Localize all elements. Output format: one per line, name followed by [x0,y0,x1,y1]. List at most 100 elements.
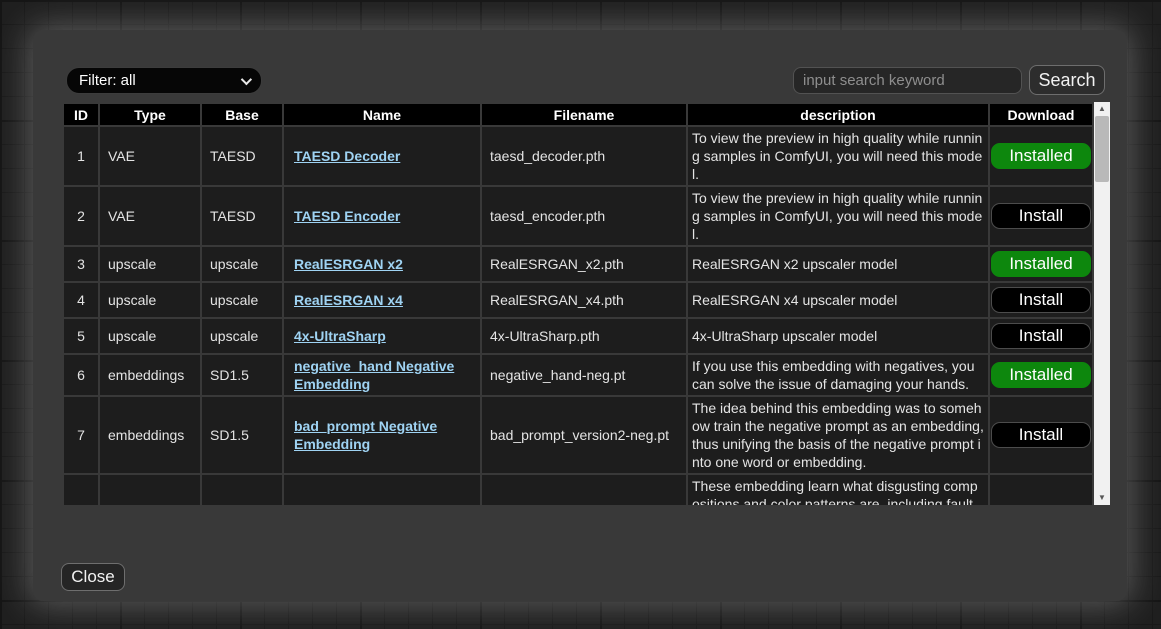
table-scrollbar[interactable]: ▲ ▼ [1094,102,1110,505]
table-body: 1VAETAESDTAESD Decodertaesd_decoder.pthT… [64,127,1092,505]
cell-description: The idea behind this embedding was to so… [688,397,988,473]
column-header-id: ID [64,104,98,125]
cell-filename: 4x-UltraSharp.pth [482,319,686,353]
cell-type: upscale [100,247,200,281]
cell-name: TAESD Decoder [284,127,480,185]
column-header-filename: Filename [482,104,686,125]
cell-base: upscale [202,283,282,317]
cell-base: upscale [202,319,282,353]
cell-base [202,475,282,505]
cell-download [990,475,1092,505]
scrollbar-thumb[interactable] [1095,116,1109,182]
cell-type [100,475,200,505]
cell-type: embeddings [100,355,200,395]
search-input[interactable] [793,67,1022,94]
cell-base: SD1.5 [202,397,282,473]
table-row: 5upscaleupscale4x-UltraSharp4x-UltraShar… [64,319,1092,353]
cell-base: SD1.5 [202,355,282,395]
model-name-link[interactable]: bad_prompt Negative Embedding [294,418,437,452]
cell-id: 5 [64,319,98,353]
cell-download: Installed [990,247,1092,281]
table-row: 1VAETAESD TAESD Decoder taesd_decoder.pthT… [64,127,1092,185]
cell-base: TAESD [202,127,282,185]
search-button[interactable]: Search [1029,65,1105,95]
install-button[interactable]: Install [991,203,1091,229]
installed-button: Installed [991,362,1091,388]
installed-button: Installed [991,143,1091,169]
table-row: 7embeddingsSD1.5 bad_prompt Negative Embe… [64,397,1092,473]
cell-name [284,475,480,505]
cell-filename: RealESRGAN_x4.pth [482,283,686,317]
cell-description: To view the preview in high quality whil… [688,127,988,185]
table-row: 3upscaleupscaleRealESRGAN x2RealESRGAN_x… [64,247,1092,281]
cell-description: RealESRGAN x2 upscaler model [688,247,988,281]
cell-name: bad_prompt Negative Embedding [284,397,480,473]
cell-name: negative_hand Negative Embedding [284,355,480,395]
models-table-container: IDTypeBaseNameFilenamedescriptionDownloa… [62,102,1110,505]
column-header-type: Type [100,104,200,125]
cell-name: RealESRGAN x2 [284,247,480,281]
model-name-link[interactable]: 4x-UltraSharp [294,328,386,344]
cell-type: VAE [100,187,200,245]
model-name-link[interactable]: TAESD Decoder [294,148,400,164]
cell-type: VAE [100,127,200,185]
model-name-link[interactable]: negative_hand Negative Embedding [294,358,454,392]
table-row: 2VAETAESD TAESD Encoder taesd_encoder.pthT… [64,187,1092,245]
cell-download: Install [990,283,1092,317]
install-button[interactable]: Install [991,287,1091,313]
cell-base: upscale [202,247,282,281]
cell-download: Install [990,397,1092,473]
models-table: IDTypeBaseNameFilenamedescriptionDownloa… [62,102,1094,505]
cell-name: RealESRGAN x4 [284,283,480,317]
cell-filename [482,475,686,505]
cell-description: To view the preview in high quality whil… [688,187,988,245]
cell-base: TAESD [202,187,282,245]
cell-download: Install [990,187,1092,245]
cell-id: 7 [64,397,98,473]
table-header-row: IDTypeBaseNameFilenamedescriptionDownloa… [64,104,1092,125]
filter-select[interactable]: Filter: all [66,67,262,94]
cell-filename: taesd_decoder.pth [482,127,686,185]
cell-id: 1 [64,127,98,185]
column-header-name: Name [284,104,480,125]
filter-select-value: Filter: all [79,72,136,89]
cell-filename: negative_hand-neg.pt [482,355,686,395]
cell-description: These embedding learn what disgusting co… [688,475,988,505]
cell-name: TAESD Encoder [284,187,480,245]
column-header-description: description [688,104,988,125]
column-header-download: Download [990,104,1092,125]
cell-filename: RealESRGAN_x2.pth [482,247,686,281]
cell-description: RealESRGAN x4 upscaler model [688,283,988,317]
cell-id [64,475,98,505]
install-models-dialog: Filter: all Search IDTypeBaseNameFilenam… [33,30,1127,601]
cell-id: 4 [64,283,98,317]
close-button[interactable]: Close [61,563,125,591]
cell-type: embeddings [100,397,200,473]
scroll-down-icon[interactable]: ▼ [1094,491,1110,505]
install-button[interactable]: Install [991,323,1091,349]
cell-download: Installed [990,127,1092,185]
table-row: 6embeddingsSD1.5 negative_hand Negative E… [64,355,1092,395]
table-row: 4upscaleupscaleRealESRGAN x4RealESRGAN_x… [64,283,1092,317]
cell-name: 4x-UltraSharp [284,319,480,353]
scroll-up-icon[interactable]: ▲ [1094,102,1110,116]
cell-type: upscale [100,319,200,353]
cell-download: Installed [990,355,1092,395]
column-header-base: Base [202,104,282,125]
cell-id: 3 [64,247,98,281]
cell-description: 4x-UltraSharp upscaler model [688,319,988,353]
model-name-link[interactable]: RealESRGAN x4 [294,292,403,308]
model-name-link[interactable]: TAESD Encoder [294,208,400,224]
chevron-down-icon [241,73,252,84]
cell-type: upscale [100,283,200,317]
cell-filename: taesd_encoder.pth [482,187,686,245]
cell-description: If you use this embedding with negatives… [688,355,988,395]
cell-id: 6 [64,355,98,395]
cell-filename: bad_prompt_version2-neg.pt [482,397,686,473]
cell-id: 2 [64,187,98,245]
cell-download: Install [990,319,1092,353]
table-row: These embedding learn what disgusting co… [64,475,1092,505]
model-name-link[interactable]: RealESRGAN x2 [294,256,403,272]
install-button[interactable]: Install [991,422,1091,448]
installed-button: Installed [991,251,1091,277]
